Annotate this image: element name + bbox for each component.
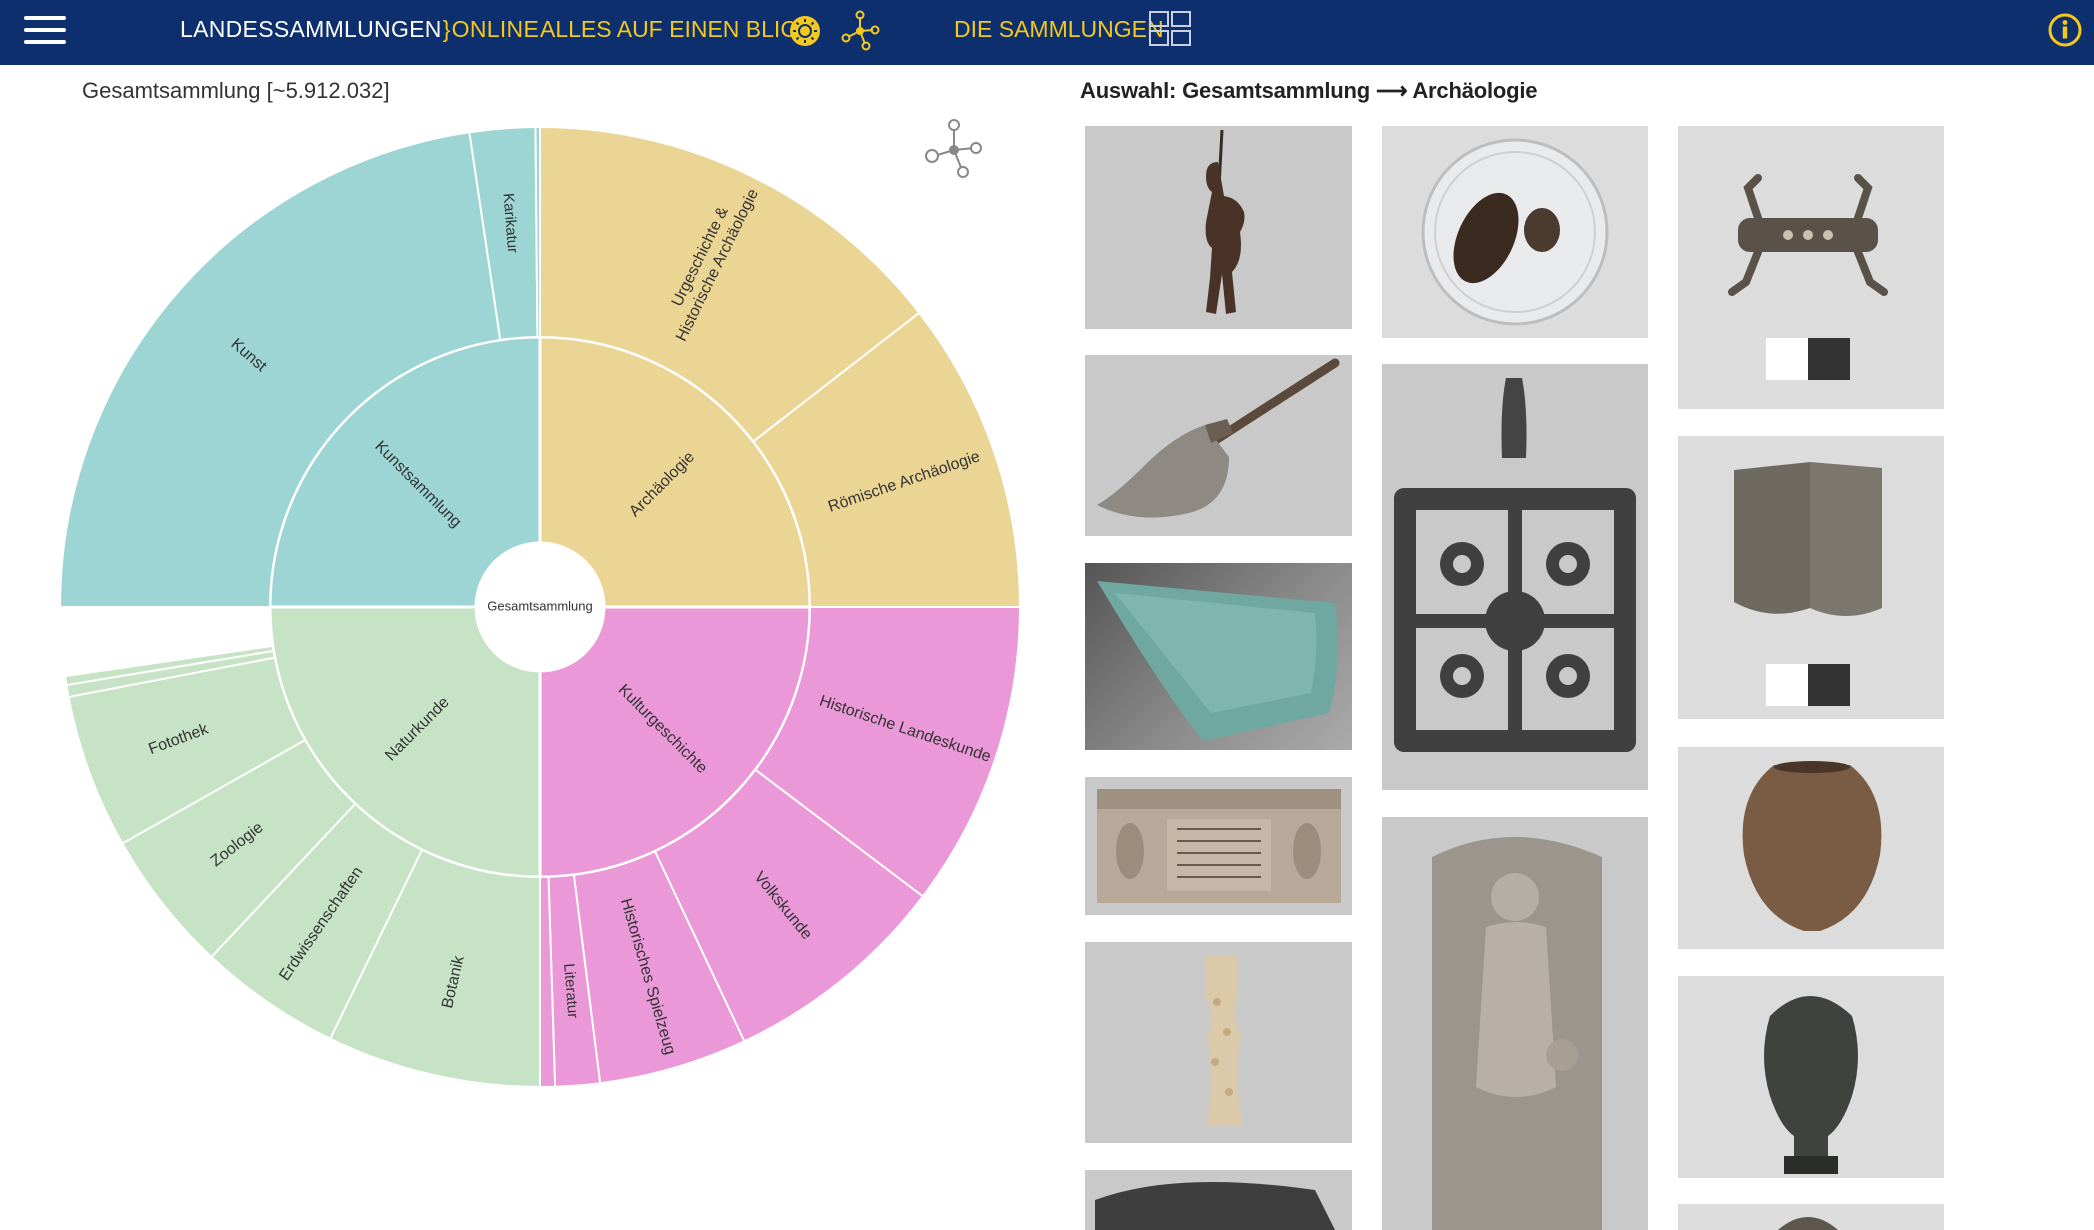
thumbnail-bronze-fibula[interactable]	[1678, 126, 1944, 409]
nav-collections-link[interactable]: DIE SAMMLUNGEN	[954, 16, 1164, 43]
brand-main-text: LANDESSAMMLUNGEN	[180, 16, 442, 42]
thumbnail-ceramic-vessel[interactable]	[1678, 747, 1944, 949]
brand-separator: }	[442, 16, 451, 42]
selection-breadcrumb: Auswahl: Gesamtsammlung ⟶ Archäologie	[1080, 78, 1538, 103]
thumbnail-lead-plate[interactable]	[1678, 436, 1944, 719]
thumbnail-bowl-fragment[interactable]	[1678, 1204, 1944, 1230]
top-navigation-bar: LANDESSAMMLUNGEN}ONLINE ALLES AUF EINEN …	[0, 0, 2094, 65]
site-logo-link[interactable]: LANDESSAMMLUNGEN}ONLINE	[180, 16, 539, 43]
menu-icon[interactable]	[24, 14, 66, 48]
thumbnail-stone-fragment[interactable]	[1085, 1170, 1352, 1230]
thumbnail-openwork-fitting[interactable]	[1382, 364, 1648, 790]
network-icon[interactable]	[840, 9, 882, 51]
thumbnail-relief-figure[interactable]	[1382, 817, 1648, 1230]
thumbnail-axe[interactable]	[1085, 355, 1352, 536]
thumbnail-bone-object[interactable]	[1085, 942, 1352, 1143]
thumbnail-inscribed-urn[interactable]	[1085, 777, 1352, 915]
network-view-icon[interactable]	[924, 118, 984, 180]
thumbnail-petri-dish[interactable]	[1382, 126, 1648, 338]
nav-overview-link[interactable]: ALLES AUF EINEN BLICK	[540, 16, 812, 43]
info-icon[interactable]	[2048, 13, 2082, 47]
thumbnail-bronze-head[interactable]	[1678, 976, 1944, 1178]
sun-icon[interactable]	[788, 14, 822, 48]
grid-icon[interactable]	[1149, 11, 1191, 47]
sunburst-chart[interactable]: ArchäologieKulturgeschichteNaturkundeKun…	[0, 100, 1060, 1100]
thumbnail-bronze-figure[interactable]	[1085, 126, 1352, 329]
sunburst-center-label: Gesamtsammlung	[487, 598, 592, 613]
brand-highlight-text: ONLINE	[451, 16, 540, 42]
thumbnail-glass-fragment[interactable]	[1085, 563, 1352, 750]
